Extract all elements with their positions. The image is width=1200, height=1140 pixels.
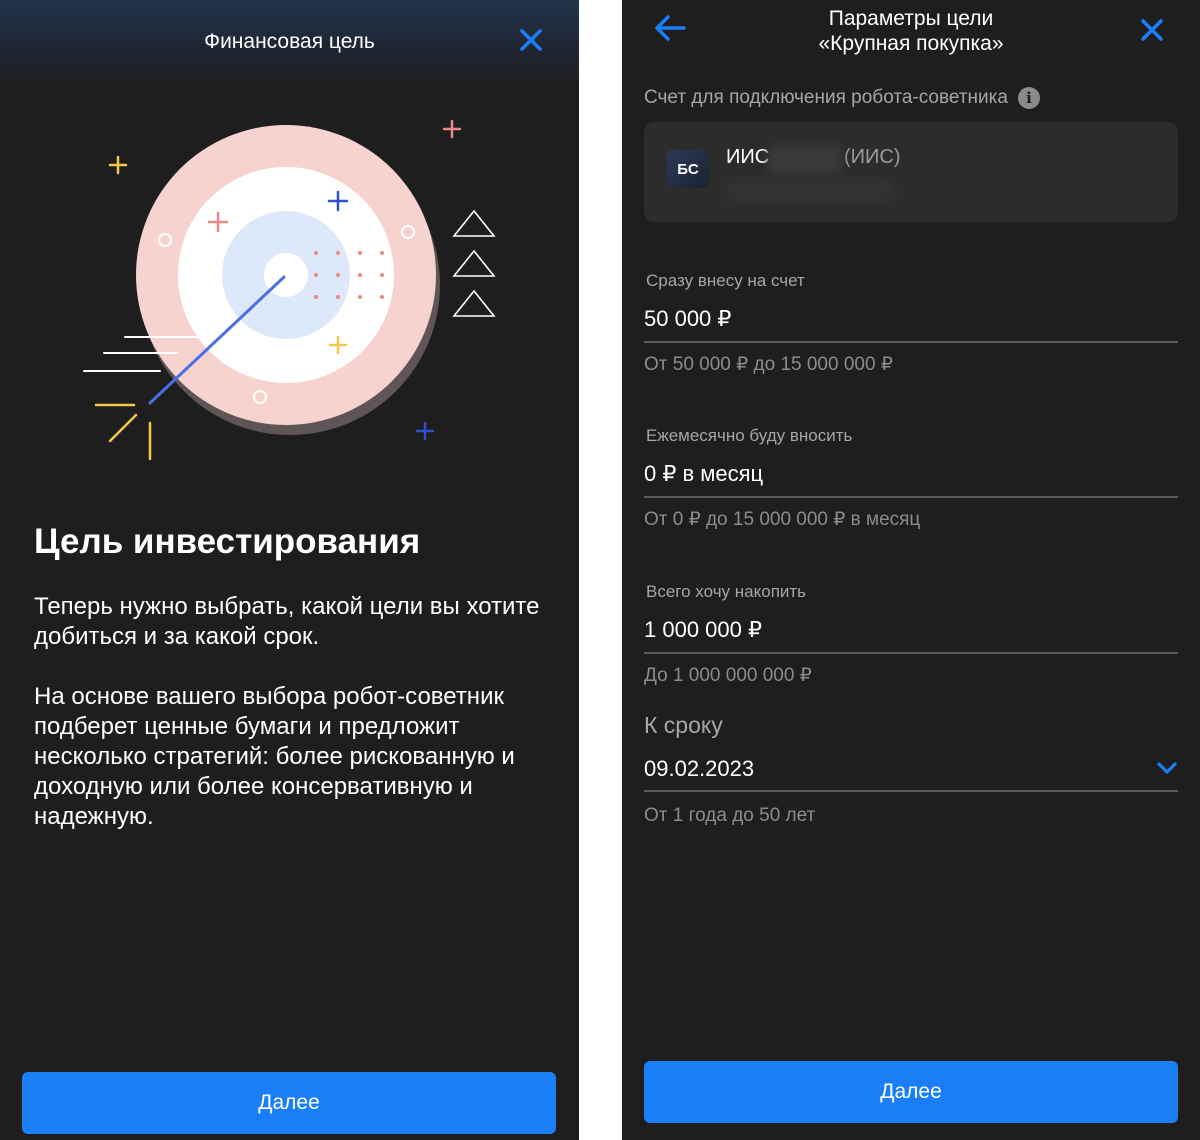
title-line-1: Параметры цели [828,7,994,30]
info-icon[interactable]: i [1017,87,1040,109]
target-amount-label: Всего хочу накопить [646,582,807,601]
target-amount-hint: До 1 000 000 000 ₽ [644,665,812,686]
initial-deposit-input[interactable] [644,297,1178,343]
account-card[interactable]: БС ИИС (ИИС) [644,122,1178,222]
close-button[interactable] [515,24,547,56]
page-title: Параметры цели «Крупная покупка» [702,6,1120,56]
goal-intro-screen: Финансовая цель Цель инвестирования Тепе… [0,0,579,1140]
initial-deposit-hint: От 50 000 ₽ до 15 000 000 ₽ [644,354,893,375]
header-title: Финансовая цель [204,30,375,53]
next-button[interactable]: Далее [644,1061,1178,1123]
initial-deposit-label: Сразу внесу на счет [646,271,805,290]
monthly-deposit-label: Ежемесячно буду вносить [646,426,853,445]
term-date-value: 09.02.2023 [644,756,755,781]
target-illustration [83,119,496,461]
account-type: (ИИС) [844,146,901,168]
monthly-deposit-hint: От 0 ₽ до 15 000 000 ₽ в месяц [644,509,921,530]
goal-parameters-screen: Параметры цели «Крупная покупка» Счет дл… [622,0,1200,1140]
chevron-down-icon [1157,762,1177,774]
close-button[interactable] [1136,14,1168,46]
description-paragraph: На основе вашего выбора робот-советник п… [34,683,515,830]
page-heading: Цель инвестирования [34,522,421,561]
back-button[interactable] [652,12,688,44]
account-badge: БС [667,150,709,188]
title-line-2: «Крупная покупка» [818,32,1004,55]
term-label: К сроку [644,712,723,738]
account-name: ИИС [726,146,770,168]
account-label-text: Счет для подключения робота-советника [644,87,1008,108]
close-icon [520,29,542,51]
next-button[interactable]: Далее [22,1072,556,1134]
account-section-label: Счет для подключения робота-советника i [644,87,1040,109]
target-amount-input[interactable] [644,608,1178,654]
arrow-left-icon [655,15,686,41]
term-hint: От 1 года до 50 лет [644,805,816,826]
close-icon [1141,19,1163,41]
header-bar: Финансовая цель [0,0,579,86]
monthly-deposit-input[interactable] [644,452,1178,498]
term-date-select[interactable]: 09.02.2023 [644,748,1178,792]
intro-paragraph: Теперь нужно выбрать, какой цели вы хоти… [34,593,540,650]
